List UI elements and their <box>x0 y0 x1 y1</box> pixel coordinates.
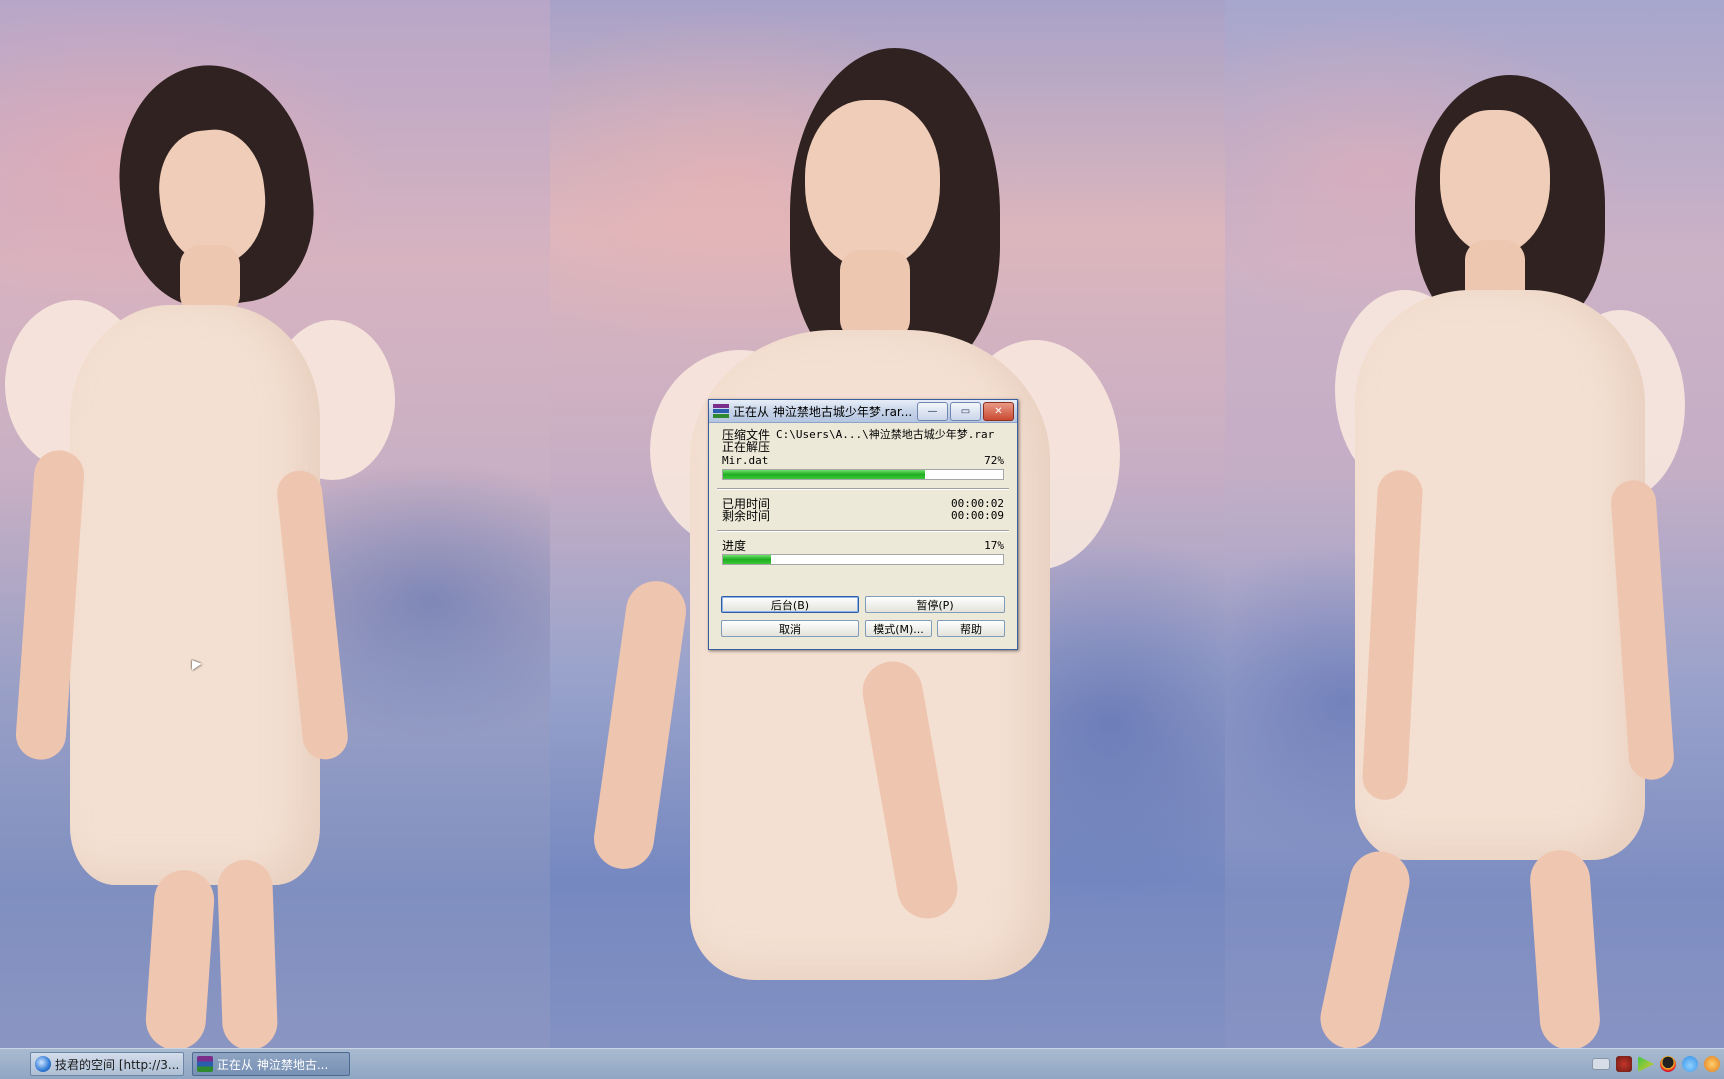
file-progress-fill <box>723 470 925 479</box>
current-file-name: Mir.dat <box>722 454 769 467</box>
maximize-button[interactable]: ▭ <box>950 402 981 421</box>
qq-icon[interactable] <box>1660 1056 1676 1072</box>
winrar-icon <box>197 1056 213 1072</box>
divider <box>717 530 1009 532</box>
media-icon[interactable] <box>1638 1056 1654 1072</box>
wallpaper-panel-left <box>0 0 550 1048</box>
wallpaper-panel-right <box>1225 0 1724 1048</box>
photo-figure-left <box>0 0 550 1048</box>
file-progress-bar <box>722 469 1004 480</box>
taskbar-item-winrar[interactable]: 正在从 神泣禁地古... <box>192 1052 350 1076</box>
dialog-body: 压缩文件 C:\Users\A...\神泣禁地古城少年梦.rar 正在解压 Mi… <box>709 423 1017 565</box>
photo-figure-right <box>1225 0 1724 1048</box>
taskbar-item-browser[interactable]: 技君的空间 [http://3... <box>30 1052 184 1076</box>
taskbar-item-label: 正在从 神泣禁地古... <box>217 1057 329 1072</box>
update-icon[interactable] <box>1704 1056 1720 1072</box>
keyboard-icon[interactable] <box>1592 1058 1610 1070</box>
overall-progress-bar <box>722 554 1004 565</box>
taskbar: 技君的空间 [http://3... 正在从 神泣禁地古... <box>0 1048 1724 1079</box>
mode-button[interactable]: 模式(M)... <box>865 620 932 637</box>
security-icon[interactable] <box>1616 1056 1632 1072</box>
extract-status: 正在解压 <box>722 440 771 454</box>
pause-button[interactable]: 暂停(P) <box>865 596 1005 613</box>
dialog-title: 正在从 神泣禁地古城少年梦.rar... <box>733 404 913 419</box>
archive-path: C:\Users\A...\神泣禁地古城少年梦.rar <box>776 428 995 441</box>
remaining-time-label: 剩余时间 <box>722 509 771 523</box>
close-button[interactable]: ✕ <box>983 402 1014 421</box>
taskbar-item-label: 技君的空间 [http://3... <box>55 1057 180 1072</box>
ie-icon <box>35 1056 51 1072</box>
cloud-icon[interactable] <box>1682 1056 1698 1072</box>
cancel-button[interactable]: 取消 <box>721 620 859 637</box>
divider <box>717 488 1009 490</box>
system-tray <box>1592 1053 1724 1075</box>
dialog-titlebar[interactable]: 正在从 神泣禁地古城少年梦.rar... — ▭ ✕ <box>709 400 1017 423</box>
winrar-icon <box>713 404 729 418</box>
overall-progress-label: 进度 <box>722 539 747 553</box>
file-percent: 72% <box>984 454 1004 467</box>
help-button[interactable]: 帮助 <box>937 620 1005 637</box>
remaining-time-value: 00:00:09 <box>951 509 1004 522</box>
overall-percent: 17% <box>984 539 1004 552</box>
minimize-button[interactable]: — <box>917 402 948 421</box>
extract-progress-dialog: 正在从 神泣禁地古城少年梦.rar... — ▭ ✕ 压缩文件 C:\Users… <box>708 399 1018 650</box>
overall-progress-fill <box>723 555 771 564</box>
background-button[interactable]: 后台(B) <box>721 596 859 613</box>
